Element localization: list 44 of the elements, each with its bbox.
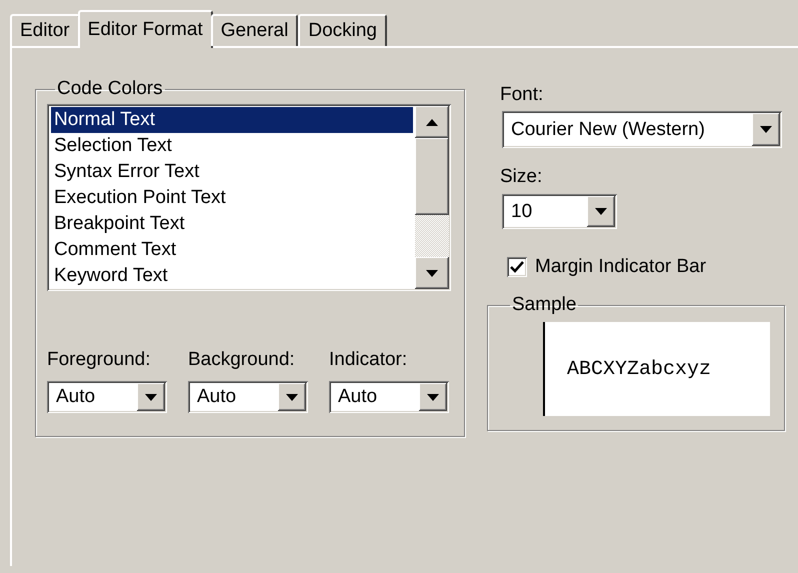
caret-down-icon <box>427 394 439 400</box>
caret-down-icon <box>426 270 438 276</box>
group-title: Code Colors <box>56 78 164 100</box>
tab[interactable]: Docking <box>298 14 387 46</box>
font-label: Font: <box>500 84 544 106</box>
scroll-up-icon <box>426 118 438 126</box>
checkbox[interactable] <box>507 257 527 277</box>
list-item[interactable]: Keyword Text <box>51 263 413 289</box>
caret-down-icon <box>145 394 157 400</box>
scroll-thumb[interactable] <box>415 138 449 215</box>
dropdown-label: Background: <box>188 349 296 371</box>
caret-down-icon <box>760 126 772 133</box>
list-item[interactable]: Selection Text <box>51 133 413 159</box>
scrollbar[interactable] <box>415 106 449 289</box>
code-colors-list[interactable]: Normal Text Selection Text Syntax Error Text Execution Point Text Breakpoint Text Comment Text Keyword Text <box>47 104 451 291</box>
checkmark-icon <box>510 261 524 273</box>
dropdown-label: Foreground: <box>47 349 152 371</box>
caret-down-icon <box>286 394 298 400</box>
scroll-up-button[interactable] <box>415 106 449 138</box>
tab[interactable]: Editor <box>10 14 80 46</box>
size-label: Size: <box>500 166 544 188</box>
list-item[interactable]: Comment Text <box>51 237 413 263</box>
list-item[interactable]: Breakpoint Text <box>51 211 413 237</box>
font-dropdown[interactable]: Courier New (Western) <box>502 111 782 148</box>
color-dropdown[interactable]: Auto <box>188 381 308 413</box>
list-item[interactable]: Normal Text <box>51 107 413 133</box>
tab[interactable]: General <box>210 14 298 46</box>
dropdown-button[interactable] <box>137 383 165 411</box>
dropdown-button[interactable] <box>278 383 306 411</box>
tab[interactable]: Editor Format <box>78 10 213 48</box>
list-item[interactable]: Execution Point Text <box>51 185 413 211</box>
scroll-down-button[interactable] <box>415 257 449 289</box>
color-dropdown[interactable]: Auto <box>47 381 167 413</box>
dropdown-button[interactable] <box>419 383 447 411</box>
size-dropdown[interactable]: 10 <box>502 194 617 229</box>
group-title: Sample <box>511 294 578 316</box>
list-item[interactable]: Syntax Error Text <box>51 159 413 185</box>
sample-text: ABCXYZabcxyz <box>567 358 712 380</box>
color-dropdown[interactable]: Auto <box>329 381 449 413</box>
dropdown-button[interactable] <box>752 113 780 146</box>
checkbox-label: Margin Indicator Bar <box>535 256 706 278</box>
dropdown-button[interactable] <box>587 196 615 227</box>
caret-down-icon <box>595 208 607 215</box>
dropdown-label: Indicator: <box>329 349 408 371</box>
